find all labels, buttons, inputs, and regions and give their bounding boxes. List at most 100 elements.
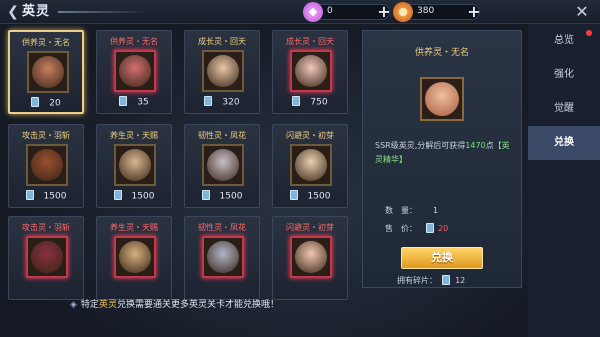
quantity-row: 数 量： 1: [385, 205, 438, 216]
spirit-card-name: 闪避灵・初芽: [286, 223, 334, 232]
spirit-portrait: [290, 236, 332, 278]
spirit-card-name: 成长灵・回天: [286, 37, 334, 46]
side-tabs: 总览 强化 觉醒 兑换: [528, 24, 600, 337]
spirit-card[interactable]: 供养灵・无名 20: [8, 30, 84, 114]
notification-dot-icon: [586, 30, 592, 36]
quantity-label: 数 量：: [385, 206, 417, 215]
detail-face-image: [425, 82, 459, 116]
shard-icon: [292, 96, 301, 106]
tab-label: 觉醒: [554, 103, 574, 114]
spirit-card[interactable]: 韧性灵・凤花: [184, 216, 260, 300]
spirit-card-name: 攻击灵・羽斩: [22, 223, 70, 232]
spirit-card-name: 供养灵・无名: [22, 38, 70, 47]
spirit-card-name: 闪避灵・初芽: [286, 131, 334, 140]
gem-counter: ◆ 0 +: [303, 2, 393, 22]
desc-mid: 点: [485, 141, 494, 150]
spirit-card[interactable]: 供养灵・无名 35: [96, 30, 172, 114]
spirit-face-image: [119, 55, 151, 87]
detail-portrait: [420, 77, 464, 121]
spirit-cost-value: 20: [49, 98, 61, 109]
spirit-card-name: 养生灵・天赐: [110, 131, 158, 140]
tab-2[interactable]: 觉醒: [528, 92, 600, 126]
notice-post: 兑换需要通关更多英灵关卡才能兑换哦！: [116, 300, 279, 310]
shard-icon: [25, 190, 34, 200]
exchange-button[interactable]: 兑换: [401, 247, 483, 269]
spirit-cost-value: 750: [310, 97, 328, 108]
coin-counter: ● 380 +: [393, 2, 483, 22]
tab-0[interactable]: 总览: [528, 24, 600, 58]
spirit-face-image: [207, 149, 239, 181]
spirit-card-name: 供养灵・无名: [110, 37, 158, 46]
spirit-cost: 750: [273, 96, 347, 108]
spirit-card[interactable]: 成长灵・回天 320: [184, 30, 260, 114]
spirit-card-name: 攻击灵・羽斩: [22, 131, 70, 140]
spirit-cost: 1500: [185, 190, 259, 202]
spirit-portrait: [202, 144, 244, 186]
add-gem-button[interactable]: +: [375, 3, 393, 21]
close-icon[interactable]: ✕: [572, 2, 592, 22]
owned-label: 拥有碎片：: [397, 276, 437, 285]
spirit-cost: 320: [185, 96, 259, 108]
shard-icon: [289, 190, 298, 200]
diamond-bullet-icon: ◈: [70, 300, 77, 310]
owned-value: 12: [455, 276, 466, 285]
spirit-face-image: [32, 56, 64, 88]
add-coin-button[interactable]: +: [465, 3, 483, 21]
spirit-face-image: [119, 241, 151, 273]
page-title: 英灵: [22, 4, 51, 19]
spirit-card[interactable]: 韧性灵・凤花 1500: [184, 124, 260, 208]
price-label: 售 价：: [385, 224, 417, 233]
spirit-cost: 35: [97, 96, 171, 108]
spirit-portrait: [290, 50, 332, 92]
top-bar: ❮ 英灵 ◆ 0 + ● 380 + ✕: [0, 0, 600, 24]
spirit-portrait: [202, 236, 244, 278]
spirit-cost-value: 35: [137, 97, 149, 108]
spirit-card-name: 养生灵・天赐: [110, 223, 158, 232]
notice-pre: 特定: [80, 300, 99, 310]
price-value: 20: [438, 224, 449, 233]
desc-number: 1470: [465, 141, 486, 150]
spirit-portrait: [202, 50, 244, 92]
spirit-cost: 1500: [9, 190, 83, 202]
spirit-card[interactable]: 攻击灵・羽斩 1500: [8, 124, 84, 208]
notice-highlight: 英灵: [98, 300, 117, 310]
spirit-cost-value: 1500: [219, 191, 243, 202]
spirit-card[interactable]: 养生灵・天赐 1500: [96, 124, 172, 208]
spirit-card[interactable]: 闪避灵・初芽 1500: [272, 124, 348, 208]
spirit-portrait: [114, 50, 156, 92]
spirit-cost-value: 1500: [43, 191, 67, 202]
title-underline: [58, 11, 148, 13]
spirit-portrait: [114, 144, 156, 186]
spirit-portrait: [27, 51, 69, 93]
spirit-face-image: [295, 149, 327, 181]
shard-icon: [31, 97, 40, 107]
spirit-face-image: [31, 149, 63, 181]
quantity-value: 1: [433, 206, 439, 215]
tab-3[interactable]: 兑换: [528, 126, 600, 160]
spirit-grid: 供养灵・无名 20 供养灵・无名 35 成长灵・回天 320 成长灵・回天 750 攻击灵・羽斩…: [8, 30, 352, 300]
back-icon[interactable]: ❮: [4, 3, 22, 21]
spirit-card[interactable]: 闪避灵・初芽: [272, 216, 348, 300]
gem-icon: ◆: [303, 2, 323, 22]
detail-name: 供养灵・无名: [414, 48, 469, 58]
shard-icon: [119, 96, 128, 106]
spirit-card[interactable]: 养生灵・天赐: [96, 216, 172, 300]
shard-icon: [441, 274, 450, 285]
spirit-face-image: [207, 241, 239, 273]
price-row: 售 价： 20: [385, 222, 449, 234]
tab-1[interactable]: 强化: [528, 58, 600, 92]
spirit-cost-value: 1500: [307, 191, 331, 202]
exchange-notice: ◈ 特定英灵兑换需要通关更多英灵关卡才能兑换哦！: [70, 297, 279, 310]
shard-icon: [113, 190, 122, 200]
tab-label: 总览: [554, 35, 574, 46]
spirit-card[interactable]: 成长灵・回天 750: [272, 30, 348, 114]
spirit-face-image: [31, 241, 63, 273]
spirit-card[interactable]: 攻击灵・羽斩: [8, 216, 84, 300]
gem-value: 0: [327, 6, 333, 16]
desc-pre: SSR级英灵,分解后可获得: [375, 141, 466, 150]
spirit-face-image: [295, 55, 327, 87]
spirit-face-image: [119, 149, 151, 181]
spirit-portrait: [26, 236, 68, 278]
spirit-card-name: 成长灵・回天: [198, 37, 246, 46]
spirit-face-image: [207, 55, 239, 87]
